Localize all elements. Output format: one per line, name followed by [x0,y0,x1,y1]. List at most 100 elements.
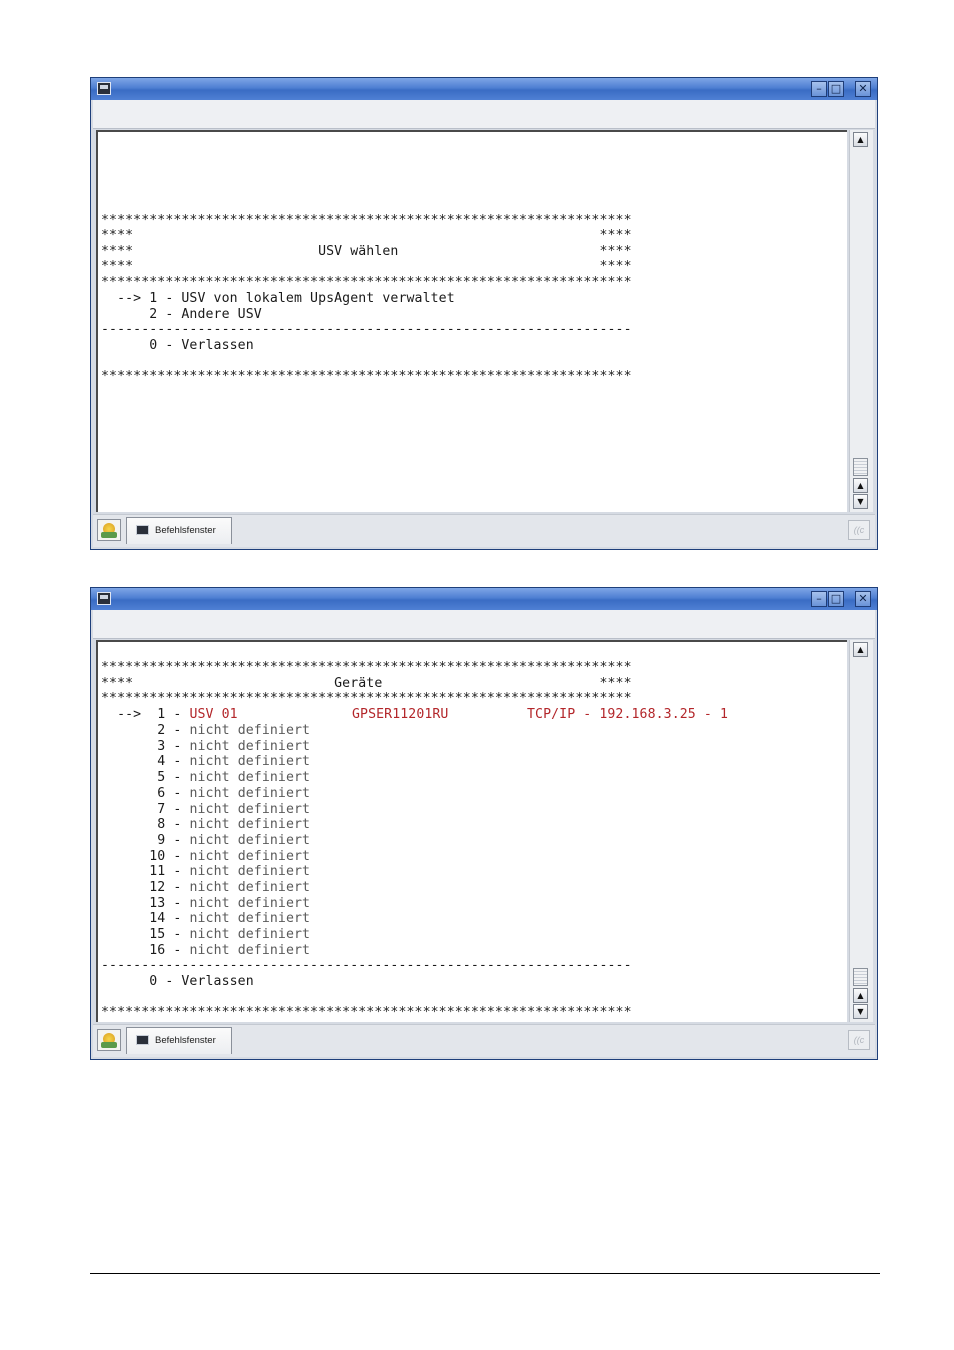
device-row-number: 15 [149,927,166,943]
device-row-separator: - [165,911,190,927]
screen-title: **** USV wählen **** [101,244,632,259]
terminal-window-icon[interactable] [97,592,111,605]
screen-title: **** Geräte **** [101,676,632,691]
device-row-separator: - [165,738,190,754]
device-row-status: nicht definiert [189,927,311,943]
title-bar[interactable]: – □ ✕ [91,78,877,100]
vertical-scrollbar[interactable]: ▲ ▲ ▼ [849,130,873,512]
device-row-status: nicht definiert [189,942,311,958]
device-row[interactable]: 4 - nicht definiert [101,754,310,769]
border-line: ****************************************… [101,213,632,228]
device-row[interactable]: 7 - nicht definiert [101,802,310,817]
device-row-indent [101,723,149,738]
border-line: ****************************************… [101,275,632,290]
device-row-number: 3 [149,738,166,754]
device-row-indent [101,927,149,942]
device-row[interactable]: 13 - nicht definiert [101,896,310,911]
menu-bar [93,100,875,129]
scroll-up-button-lower[interactable]: ▲ [853,478,868,493]
device-row-number: 9 [149,832,166,848]
device-row-status: nicht definiert [189,785,311,801]
device-row-indent [101,833,149,848]
task-label: Befehlsfenster [155,525,216,536]
device-row-separator: - [165,770,190,786]
close-button[interactable]: ✕ [855,591,871,607]
device-row[interactable]: 8 - nicht definiert [101,817,310,832]
device-row[interactable]: 2 - nicht definiert [101,723,310,738]
device-row-indent [101,786,149,801]
task-terminal-icon [136,1035,149,1045]
border-line: ****************************************… [101,660,632,675]
task-label: Befehlsfenster [155,1035,216,1046]
device-row-status: nicht definiert [189,895,311,911]
device-row-indent [101,864,149,879]
device-row[interactable]: 5 - nicht definiert [101,770,310,785]
device-row-status: nicht definiert [189,880,311,895]
device-row[interactable]: 12 - nicht definiert [101,880,310,895]
tray-network-icon[interactable]: ((c [848,1030,870,1050]
scroll-up-button[interactable]: ▲ [853,642,868,657]
border-line: ****************************************… [101,369,632,384]
taskbar-item-befehlsfenster[interactable]: Befehlsfenster [126,517,232,544]
device-row[interactable]: 9 - nicht definiert [101,833,310,848]
page-footer-rule [90,1273,880,1274]
device-row[interactable]: 10 - nicht definiert [101,849,310,864]
device-row-number: 6 [149,785,166,801]
device-row[interactable]: 11 - nicht definiert [101,864,310,879]
scroll-thumb[interactable] [853,968,868,986]
device-row[interactable]: 14 - nicht definiert [101,911,310,926]
device-row[interactable]: 16 - nicht definiert [101,943,310,958]
terminal-window-devices: – □ ✕ **********************************… [90,587,878,1060]
scroll-up-button[interactable]: ▲ [853,132,868,147]
device-row[interactable]: 3 - nicht definiert [101,739,310,754]
vertical-scrollbar[interactable]: ▲ ▲ ▼ [849,640,873,1022]
device-row-separator: - [165,895,190,911]
terminal-screen[interactable]: ****************************************… [96,130,847,512]
device-row-status: nicht definiert [189,911,311,927]
device-row-status: nicht definiert [189,770,311,786]
task-terminal-icon [136,525,149,535]
taskbar-item-befehlsfenster[interactable]: Befehlsfenster [126,1027,232,1054]
device-row-separator: - [165,848,190,864]
scroll-up-button-lower[interactable]: ▲ [853,988,868,1003]
title-bar[interactable]: – □ ✕ [91,588,877,610]
minimize-button[interactable]: – [811,591,827,607]
device-row-number: 11 [149,864,166,880]
tray-network-icon[interactable]: ((c [848,520,870,540]
separator-line: ----------------------------------------… [101,322,632,337]
device-row-status: nicht definiert [189,738,311,754]
device-row-separator: - [165,864,190,880]
close-button[interactable]: ✕ [855,81,871,97]
terminal-window-icon[interactable] [97,82,111,95]
device-row[interactable]: 6 - nicht definiert [101,786,310,801]
scroll-thumb[interactable] [853,458,868,476]
device-row-status: nicht definiert [189,832,311,848]
device-row-number: 7 [149,801,166,817]
device-row-indent [101,817,149,832]
minimize-button[interactable]: – [811,81,827,97]
terminal-screen[interactable]: ****************************************… [96,640,847,1022]
scroll-down-button[interactable]: ▼ [853,494,868,509]
device-row-status: nicht definiert [189,754,311,770]
device-row[interactable]: 15 - nicht definiert [101,927,310,942]
scroll-down-button[interactable]: ▼ [853,1004,868,1019]
menu-option-exit[interactable]: 0 - Verlassen [101,974,254,989]
device-row-indent [101,754,149,769]
border-line: ****************************************… [101,691,632,706]
start-menu-icon[interactable] [97,519,121,541]
device-row-indent [101,896,149,911]
device-row-indent [101,911,149,926]
device-row-separator: - [165,942,190,958]
menu-option-local-usv[interactable]: --> 1 - USV von lokalem UpsAgent verwalt… [101,291,455,306]
device-row-separator: - [165,785,190,801]
start-menu-icon[interactable] [97,1029,121,1051]
row-prefix: --> 1 - [101,707,190,722]
maximize-button[interactable]: □ [828,81,844,97]
menu-option-other-usv[interactable]: 2 - Andere USV [101,307,262,322]
device-row-status: nicht definiert [189,848,311,864]
maximize-button[interactable]: □ [828,591,844,607]
device-row-selected[interactable]: --> 1 - USV 01 GPSER11201RU TCP/IP - 192.1… [101,707,728,722]
menu-option-exit[interactable]: 0 - Verlassen [101,338,254,353]
border-line: **** **** [101,259,632,274]
device-row-indent [101,739,149,754]
